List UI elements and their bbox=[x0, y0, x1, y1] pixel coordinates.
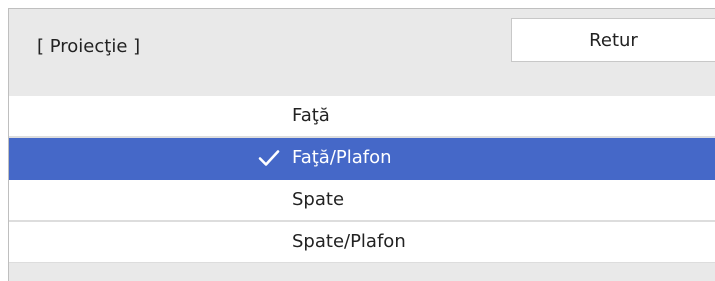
option-front[interactable]: Faţă bbox=[9, 96, 715, 138]
page-title: [ Proiecţie ] bbox=[37, 36, 141, 57]
option-rear[interactable]: Spate bbox=[9, 180, 715, 222]
option-label: Faţă/Plafon bbox=[292, 147, 392, 168]
option-label: Faţă bbox=[292, 105, 330, 126]
menu-footer bbox=[9, 263, 715, 281]
projection-options-list: Faţă Faţă/Plafon Spate Spate/Plafon bbox=[9, 96, 715, 264]
option-label: Spate/Plafon bbox=[292, 231, 406, 252]
return-button[interactable]: Retur bbox=[511, 18, 715, 62]
option-rear-ceiling[interactable]: Spate/Plafon bbox=[9, 222, 715, 264]
option-front-ceiling[interactable]: Faţă/Plafon bbox=[9, 138, 715, 180]
option-label: Spate bbox=[292, 189, 345, 210]
projection-menu: [ Proiecţie ] Retur Faţă Faţă/Plafon Spa… bbox=[0, 0, 715, 281]
checkmark-icon bbox=[258, 150, 280, 166]
